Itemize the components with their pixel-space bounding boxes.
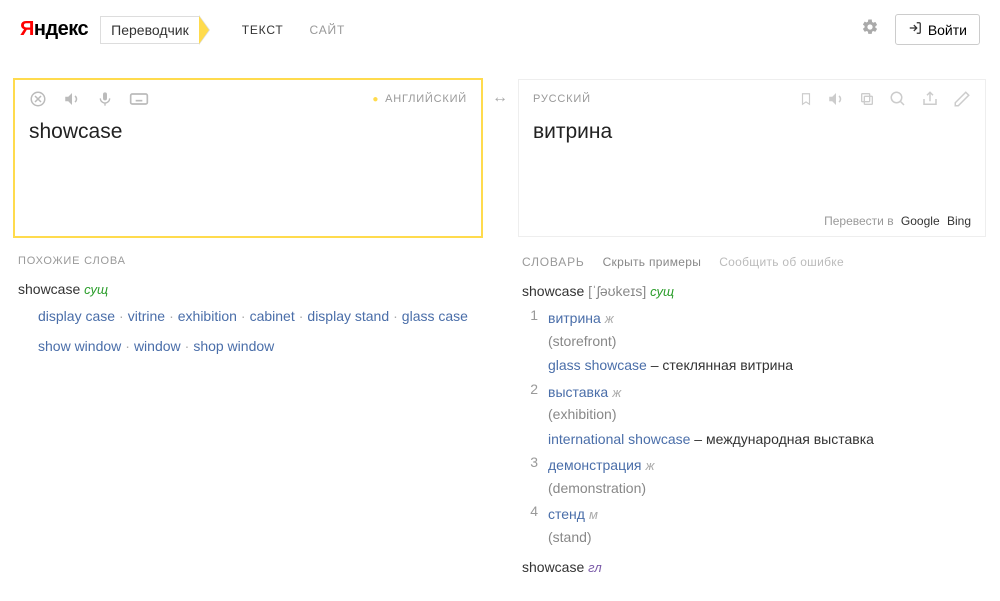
related-pos: сущ: [84, 282, 108, 297]
target-panel: РУССКИЙ витри: [518, 79, 986, 237]
dict-word: showcase: [522, 283, 584, 299]
service-label: Переводчик: [111, 22, 189, 38]
tab-text[interactable]: ТЕКСТ: [242, 23, 284, 37]
swap-languages-button[interactable]: ↔: [482, 79, 518, 601]
synonym-row-2: show window·window·shop window: [38, 335, 478, 359]
synonym-link[interactable]: display case: [38, 308, 115, 324]
edit-icon[interactable]: [953, 90, 971, 108]
related-words-section: ПОХОЖИЕ СЛОВА showcase сущ display case·…: [14, 237, 482, 377]
back-translation: (storefront): [548, 330, 970, 352]
target-output: витрина: [519, 118, 985, 158]
source-lang-label[interactable]: АНГЛИЙСКИЙ: [372, 93, 467, 105]
logo-letter: Я: [20, 18, 34, 40]
copy-icon[interactable]: [859, 90, 875, 108]
hide-examples-link[interactable]: Скрыть примеры: [603, 255, 702, 269]
translation-link[interactable]: демонстрация: [548, 457, 642, 473]
definition-item: 3 демонстрацияж (demonstration): [522, 454, 970, 499]
login-icon: [908, 21, 922, 38]
synonym-link[interactable]: display stand: [307, 308, 389, 324]
bookmark-icon[interactable]: [799, 90, 813, 108]
dictionary-section: СЛОВАРЬ Скрыть примеры Сообщить об ошибк…: [518, 237, 986, 601]
clear-icon[interactable]: [29, 90, 47, 108]
synonym-link[interactable]: window: [134, 338, 181, 354]
synonym-link[interactable]: shop window: [193, 338, 274, 354]
translation-link[interactable]: витрина: [548, 310, 601, 326]
search-icon[interactable]: [889, 90, 907, 108]
synonym-row-1: display case·vitrine·exhibition·cabinet·…: [38, 305, 478, 329]
microphone-icon[interactable]: [97, 90, 113, 108]
mode-tabs: ТЕКСТ САЙТ: [242, 23, 345, 37]
synonym-link[interactable]: show window: [38, 338, 121, 354]
definition-item: 1 витринаж (storefront) glass showcase –…: [522, 307, 970, 377]
translate-in-label: Перевести в: [824, 214, 893, 228]
definition-item: 2 выставкаж (exhibition) international s…: [522, 381, 970, 451]
synonym-link[interactable]: glass case: [402, 308, 468, 324]
speaker-icon[interactable]: [63, 90, 81, 108]
back-translation: (stand): [548, 526, 970, 548]
login-button[interactable]: Войти: [895, 14, 980, 45]
source-panel: АНГЛИЙСКИЙ showcase: [14, 79, 482, 237]
keyboard-icon[interactable]: [129, 91, 149, 107]
header: Яндекс Переводчик ТЕКСТ САЙТ Войти: [0, 0, 1000, 57]
translation-link[interactable]: выставка: [548, 384, 608, 400]
example: glass showcase – стеклянная витрина: [548, 354, 970, 376]
related-heading: ПОХОЖИЕ СЛОВА: [18, 255, 478, 267]
dict-pos-noun: сущ: [650, 284, 674, 299]
target-lang-label[interactable]: РУССКИЙ: [533, 93, 591, 105]
related-word: showcase: [18, 281, 80, 297]
service-name-badge[interactable]: Переводчик: [100, 16, 200, 44]
login-label: Войти: [928, 22, 967, 38]
back-translation: (exhibition): [548, 403, 970, 425]
synonym-link[interactable]: cabinet: [250, 308, 295, 324]
translation-link[interactable]: стенд: [548, 506, 585, 522]
definition-item: 4 стендм (stand): [522, 503, 970, 548]
yandex-logo[interactable]: Яндекс: [20, 18, 88, 41]
dict-ipa: [ˈʃəʊkeɪs]: [588, 283, 646, 299]
back-translation: (demonstration): [548, 477, 970, 499]
dict-pos-verb: гл: [588, 560, 602, 575]
settings-icon[interactable]: [861, 18, 879, 41]
google-link[interactable]: Google: [901, 214, 940, 228]
dictionary-label: СЛОВАРЬ: [522, 255, 585, 269]
synonym-link[interactable]: vitrine: [128, 308, 165, 324]
source-input[interactable]: showcase: [15, 118, 481, 158]
synonym-link[interactable]: exhibition: [178, 308, 237, 324]
bing-link[interactable]: Bing: [947, 214, 971, 228]
example: international showcase – международная в…: [548, 428, 970, 450]
speaker-icon[interactable]: [827, 90, 845, 108]
tab-site[interactable]: САЙТ: [310, 23, 346, 37]
logo-rest: ндекс: [34, 18, 88, 40]
share-icon[interactable]: [921, 90, 939, 108]
report-error-link[interactable]: Сообщить об ошибке: [719, 255, 844, 269]
